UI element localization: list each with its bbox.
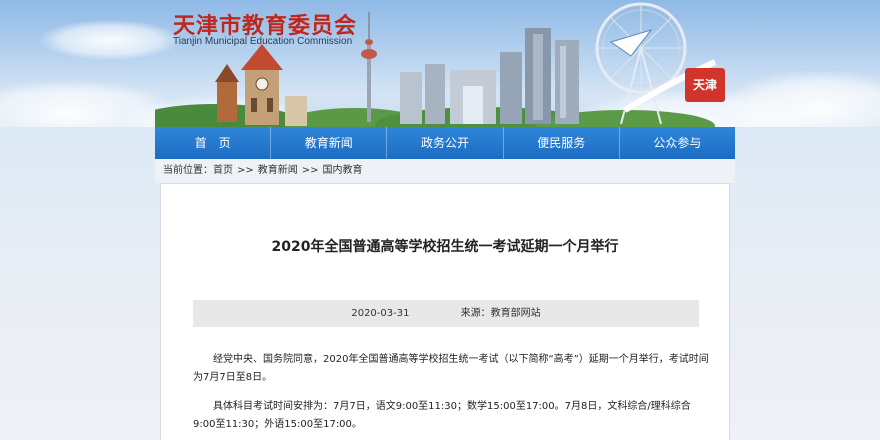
breadcrumb-separator: >>	[237, 165, 254, 176]
article-date: 2020-03-31	[351, 308, 410, 319]
breadcrumb-link-domestic-education[interactable]: 国内教育	[323, 159, 363, 183]
breadcrumb: 当前位置： 首页 >> 教育新闻 >> 国内教育	[155, 159, 735, 183]
nav-item-public-services[interactable]: 便民服务	[504, 127, 620, 159]
article-paragraph: 经党中央、国务院同意，2020年全国普通高等学校招生统一考试（以下简称“高考”）…	[193, 354, 709, 383]
breadcrumb-link-education-news[interactable]: 教育新闻	[258, 159, 298, 183]
nav-item-education-news[interactable]: 教育新闻	[271, 127, 388, 159]
breadcrumb-label: 当前位置：	[163, 165, 213, 176]
breadcrumb-link-home[interactable]: 首页	[213, 159, 233, 183]
breadcrumb-separator: >>	[301, 165, 319, 176]
article-source: 教育部网站	[490, 308, 541, 319]
article-source-label: 来源：	[460, 308, 491, 319]
site-subtitle: Tianjin Municipal Education Commission	[173, 36, 353, 47]
main-nav: 首 页 教育新闻 政务公开 便民服务 公众参与	[155, 127, 735, 159]
nav-item-public-participation[interactable]: 公众参与	[620, 127, 735, 159]
nav-item-government-affairs[interactable]: 政务公开	[387, 127, 504, 159]
nav-item-home[interactable]: 首 页	[155, 127, 272, 159]
tianjin-stamp-logo: 天津	[692, 78, 717, 92]
article-meta-bar: 2020-03-31 来源：教育部网站	[193, 300, 699, 327]
article-title: 2020年全国普通高等学校招生统一考试延期一个月举行	[271, 239, 619, 255]
header-banner: 天津市教育委员会 Tianjin Municipal Education Com…	[0, 0, 880, 127]
article-paragraph: 具体科目考试时间安排为：7月7日，语文9:00至11:30；数学15:00至17…	[193, 401, 691, 430]
article-panel: 2020年全国普通高等学校招生统一考试延期一个月举行 2020-03-31 来源…	[160, 183, 730, 440]
